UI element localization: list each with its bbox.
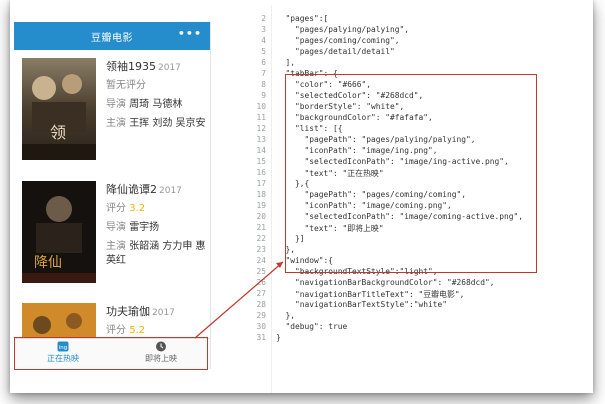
line-number: 7 — [261, 69, 266, 78]
movie-title: 功夫瑜伽 — [106, 305, 150, 318]
tabbar-config-highlight — [285, 74, 537, 273]
line-number: 24 — [256, 256, 266, 265]
movie-score: 5.2 — [129, 325, 146, 336]
phone-simulator: 豆瓣电影 ••• 领 领袖1935 2017 暂无评分 导演 周琦 马德林 主演 … — [14, 22, 211, 369]
movie-year: 2017 — [152, 308, 175, 318]
score-label: 评分 — [106, 203, 126, 214]
line-number: 15 — [256, 157, 266, 166]
cast-label: 主演 — [106, 118, 126, 129]
movie-item[interactable]: 领 领袖1935 2017 暂无评分 导演 周琦 马德林 主演 王挥 刘劲 吴京安 — [20, 58, 206, 168]
movie-year: 2017 — [158, 63, 181, 73]
movie-score: 暂无评分 — [106, 80, 146, 91]
movie-director: 周琦 马德林 — [129, 99, 183, 110]
line-number: 3 — [261, 25, 266, 34]
line-number: 26 — [256, 278, 266, 287]
line-number: 29 — [256, 311, 266, 320]
code-text: "navigationBarTextStyle":"white" — [276, 300, 448, 309]
movie-cast: 王挥 刘劲 吴京安 — [129, 118, 206, 129]
navigation-bar: 豆瓣电影 ••• — [14, 22, 210, 50]
line-number: 28 — [256, 300, 266, 309]
line-number: 13 — [256, 135, 266, 144]
line-number: 22 — [256, 234, 266, 243]
line-number: 31 — [256, 333, 266, 342]
line-number: 17 — [256, 179, 266, 188]
movie-item[interactable]: 降仙 降仙诡谭2 2017 评分 3.2 导演 雷宇扬 主演 张韶涵 方力申 惠英… — [20, 181, 206, 291]
movie-title: 领袖1935 — [106, 60, 156, 73]
line-number: 27 — [256, 289, 266, 298]
code-text: "pages/palying/palying", — [276, 25, 410, 34]
line-number: 19 — [256, 201, 266, 210]
code-text: }, — [276, 311, 296, 320]
movie-info: 降仙诡谭2 2017 评分 3.2 导演 雷宇扬 主演 张韶涵 方力申 惠英红 — [106, 181, 206, 268]
movie-info: 功夫瑜伽 2017 评分 5.2 — [106, 303, 206, 338]
code-text: "pages":[ — [276, 14, 329, 23]
movie-info: 领袖1935 2017 暂无评分 导演 周琦 马德林 主演 王挥 刘劲 吴京安 — [106, 58, 206, 131]
movie-poster[interactable]: 领 — [22, 58, 96, 160]
line-number: 23 — [256, 245, 266, 254]
movie-director: 雷宇扬 — [129, 222, 160, 233]
cast-label: 主演 — [106, 241, 126, 252]
director-label: 导演 — [106, 222, 126, 233]
svg-text:降仙: 降仙 — [34, 255, 62, 271]
movie-poster[interactable]: 降仙 — [22, 181, 96, 283]
director-label: 导演 — [106, 99, 126, 110]
line-number: 8 — [261, 80, 266, 89]
line-number: 30 — [256, 322, 266, 331]
line-number: 11 — [256, 113, 266, 122]
code-text: "navigationBarBackgroundColor": "#268dcd… — [276, 278, 495, 287]
code-text: "debug": true — [276, 322, 348, 331]
more-menu-icon[interactable]: ••• — [178, 27, 202, 40]
score-label: 评分 — [106, 325, 126, 336]
line-number: 2 — [261, 14, 266, 23]
line-number: 9 — [261, 91, 266, 100]
code-text: ], — [276, 58, 296, 67]
movie-year: 2017 — [159, 186, 182, 196]
line-number: 21 — [256, 223, 266, 232]
svg-text:领: 领 — [50, 123, 66, 142]
code-text: "pages/detail/detail" — [276, 47, 395, 56]
line-number: 5 — [261, 47, 266, 56]
movie-score: 3.2 — [129, 203, 146, 214]
line-number: 12 — [256, 124, 266, 133]
code-text: "pages/coming/coming", — [276, 36, 400, 45]
line-number: 18 — [256, 190, 266, 199]
tabbar-preview-highlight — [14, 337, 208, 370]
code-text: "navigationBarTitleText": "豆瓣电影", — [276, 290, 465, 299]
line-number: 6 — [261, 58, 266, 67]
line-number: 10 — [256, 102, 266, 111]
line-number: 14 — [256, 146, 266, 155]
movie-title: 降仙诡谭2 — [106, 183, 157, 196]
line-number: 25 — [256, 267, 266, 276]
code-text: } — [276, 333, 281, 342]
line-number: 20 — [256, 212, 266, 221]
line-number: 4 — [261, 36, 266, 45]
line-number: 16 — [256, 168, 266, 177]
